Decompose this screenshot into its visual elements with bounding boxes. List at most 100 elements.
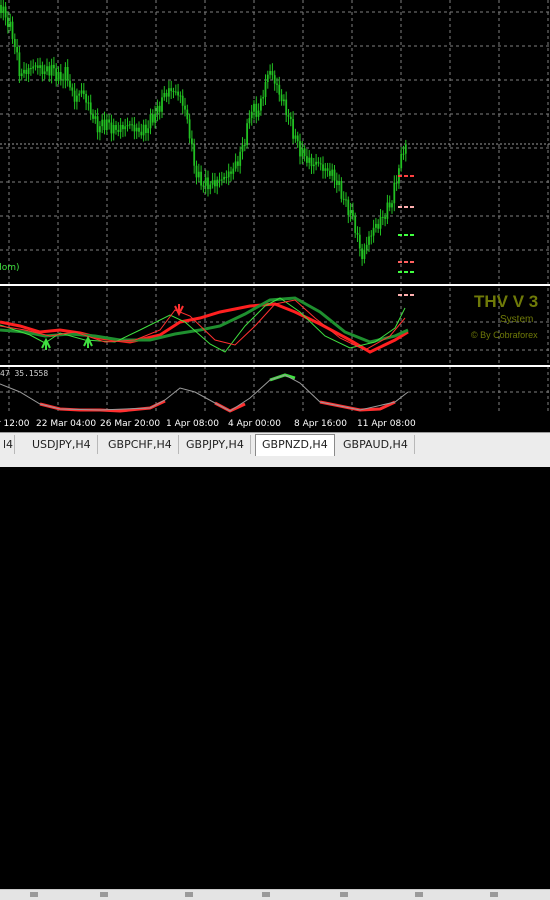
candle-body: [271, 71, 274, 76]
candle-body: [381, 216, 384, 218]
candle-body: [66, 67, 69, 81]
candle-body: [62, 79, 64, 81]
legend-fragment: dom): [0, 263, 20, 273]
candle-body: [200, 171, 202, 186]
candle-body: [147, 128, 150, 134]
candle-body: [43, 71, 46, 74]
tab-gbpnzd[interactable]: GBPNZD,H4: [255, 434, 335, 456]
candle-body: [151, 114, 154, 123]
candle-body: [186, 109, 189, 120]
candle-body: [41, 65, 44, 74]
candle-body: [13, 38, 16, 47]
candle-body: [177, 91, 179, 96]
candle-body: [402, 153, 405, 155]
candle-body: [257, 110, 260, 117]
price-chart-canvas[interactable]: dom) THV V 3 System © By Cobraforex 47 3…: [0, 0, 550, 432]
candle-body: [241, 145, 244, 152]
tab-label: GBPCHF,H4: [108, 438, 172, 451]
candle-body: [239, 151, 242, 166]
sub-indicator-values: 47 35.1558: [0, 369, 48, 378]
candle-body: [296, 135, 299, 142]
status-strip: [0, 889, 550, 900]
candle-body: [322, 164, 324, 171]
candle-body: [264, 81, 267, 97]
candle-body: [331, 169, 334, 176]
tab-gbpjpy[interactable]: GBPJPY,H4: [180, 435, 251, 454]
candle-body: [168, 88, 170, 97]
candle-body: [237, 161, 239, 166]
candle-body: [404, 144, 407, 154]
candle-body: [25, 69, 28, 75]
candle-body: [172, 91, 175, 93]
candle-body: [283, 99, 285, 102]
candle-body: [317, 161, 320, 164]
candle-body: [363, 249, 366, 259]
candle-body: [358, 234, 361, 249]
candle-body: [69, 80, 71, 88]
candle-body: [234, 161, 237, 169]
strip-mark: [415, 892, 423, 897]
candle-body: [78, 93, 81, 96]
candle-body: [108, 119, 110, 123]
candle-body: [232, 168, 235, 174]
candle-body: [266, 74, 269, 82]
candle-body: [400, 153, 403, 169]
candle-body: [220, 179, 223, 181]
candle-body: [161, 97, 163, 112]
candle-body: [223, 176, 225, 180]
candle-body: [377, 223, 380, 229]
candle-body: [191, 138, 193, 145]
candle-body: [34, 65, 37, 67]
candle-body: [248, 118, 251, 124]
watermark-subtitle: System: [500, 314, 533, 325]
candle-body: [27, 68, 30, 75]
candle-body: [243, 145, 246, 147]
candle-body: [76, 95, 78, 102]
panel-separator: [0, 284, 550, 367]
candle-body: [370, 235, 373, 237]
candle-body: [285, 99, 288, 116]
candle-body: [294, 135, 297, 139]
candle-body: [94, 116, 97, 119]
candle-body: [214, 180, 216, 187]
candle-body: [227, 171, 230, 178]
x-axis-label: 22 Mar 04:00: [36, 419, 96, 429]
strip-mark: [262, 892, 270, 897]
candle-body: [119, 124, 122, 132]
candle-body: [365, 244, 368, 250]
candle-body: [126, 125, 129, 127]
tab-label: l4: [3, 438, 14, 451]
candle-body: [36, 65, 39, 68]
tab-gbpchf[interactable]: GBPCHF,H4: [102, 435, 179, 454]
candle-body: [335, 180, 338, 185]
tab-usdjpy[interactable]: USDJPY,H4: [26, 435, 98, 454]
candle-body: [7, 17, 9, 27]
candle-body: [57, 72, 60, 81]
candle-body: [250, 111, 253, 119]
candle-body: [308, 157, 311, 163]
candle-body: [375, 223, 377, 228]
candle-body: [269, 71, 271, 75]
tab-partial[interactable]: l4: [0, 435, 15, 454]
watermark-credit: © By Cobraforex: [471, 330, 538, 340]
strip-mark: [340, 892, 348, 897]
candle-body: [122, 124, 124, 130]
x-axis-label: r 12:00: [0, 419, 30, 429]
candle-body: [260, 98, 262, 111]
candlesticks: [0, 0, 407, 266]
candle-body: [112, 125, 115, 134]
candle-body: [103, 119, 106, 131]
candle-body: [273, 75, 276, 84]
candle-body: [110, 122, 113, 134]
candle-body: [209, 184, 212, 190]
candle-body: [306, 156, 308, 163]
candle-body: [379, 216, 382, 229]
x-axis: r 12:00 22 Mar 04:00 26 Mar 20:00 1 Apr 08:…: [0, 419, 416, 429]
candle-body: [124, 126, 127, 130]
tab-gbpaud[interactable]: GBPAUD,H4: [337, 435, 415, 454]
candle-body: [53, 64, 55, 69]
candle-body: [253, 103, 255, 112]
chart-area[interactable]: dom) THV V 3 System © By Cobraforex 47 3…: [0, 0, 550, 432]
candle-body: [349, 210, 352, 216]
candle-body: [4, 6, 7, 18]
